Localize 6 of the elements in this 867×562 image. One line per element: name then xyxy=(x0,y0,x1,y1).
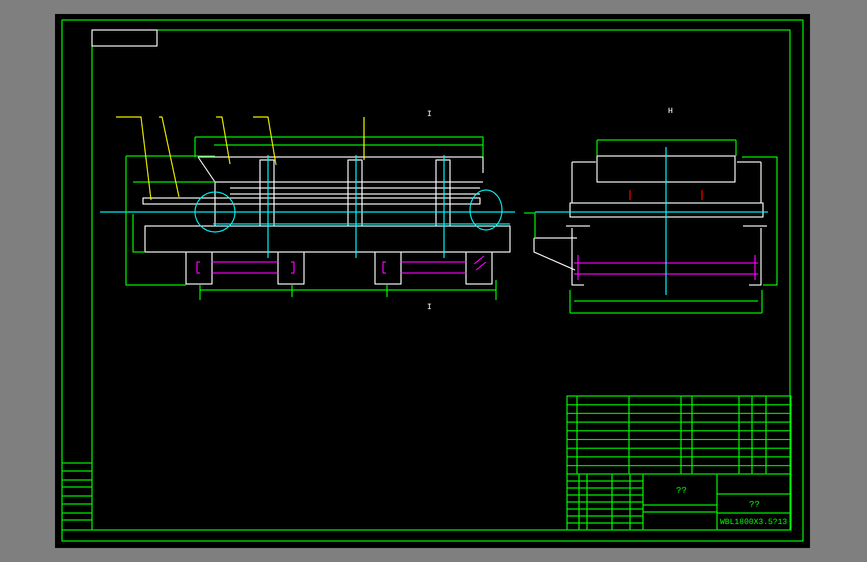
section-mark: I xyxy=(427,110,432,119)
section-mark: I xyxy=(427,303,432,312)
title-text: ?? xyxy=(676,486,687,496)
name-text: ?? xyxy=(749,500,760,510)
section-mark: H xyxy=(668,107,673,116)
drawing-number: WBL1800X3.5?13 xyxy=(720,518,788,527)
